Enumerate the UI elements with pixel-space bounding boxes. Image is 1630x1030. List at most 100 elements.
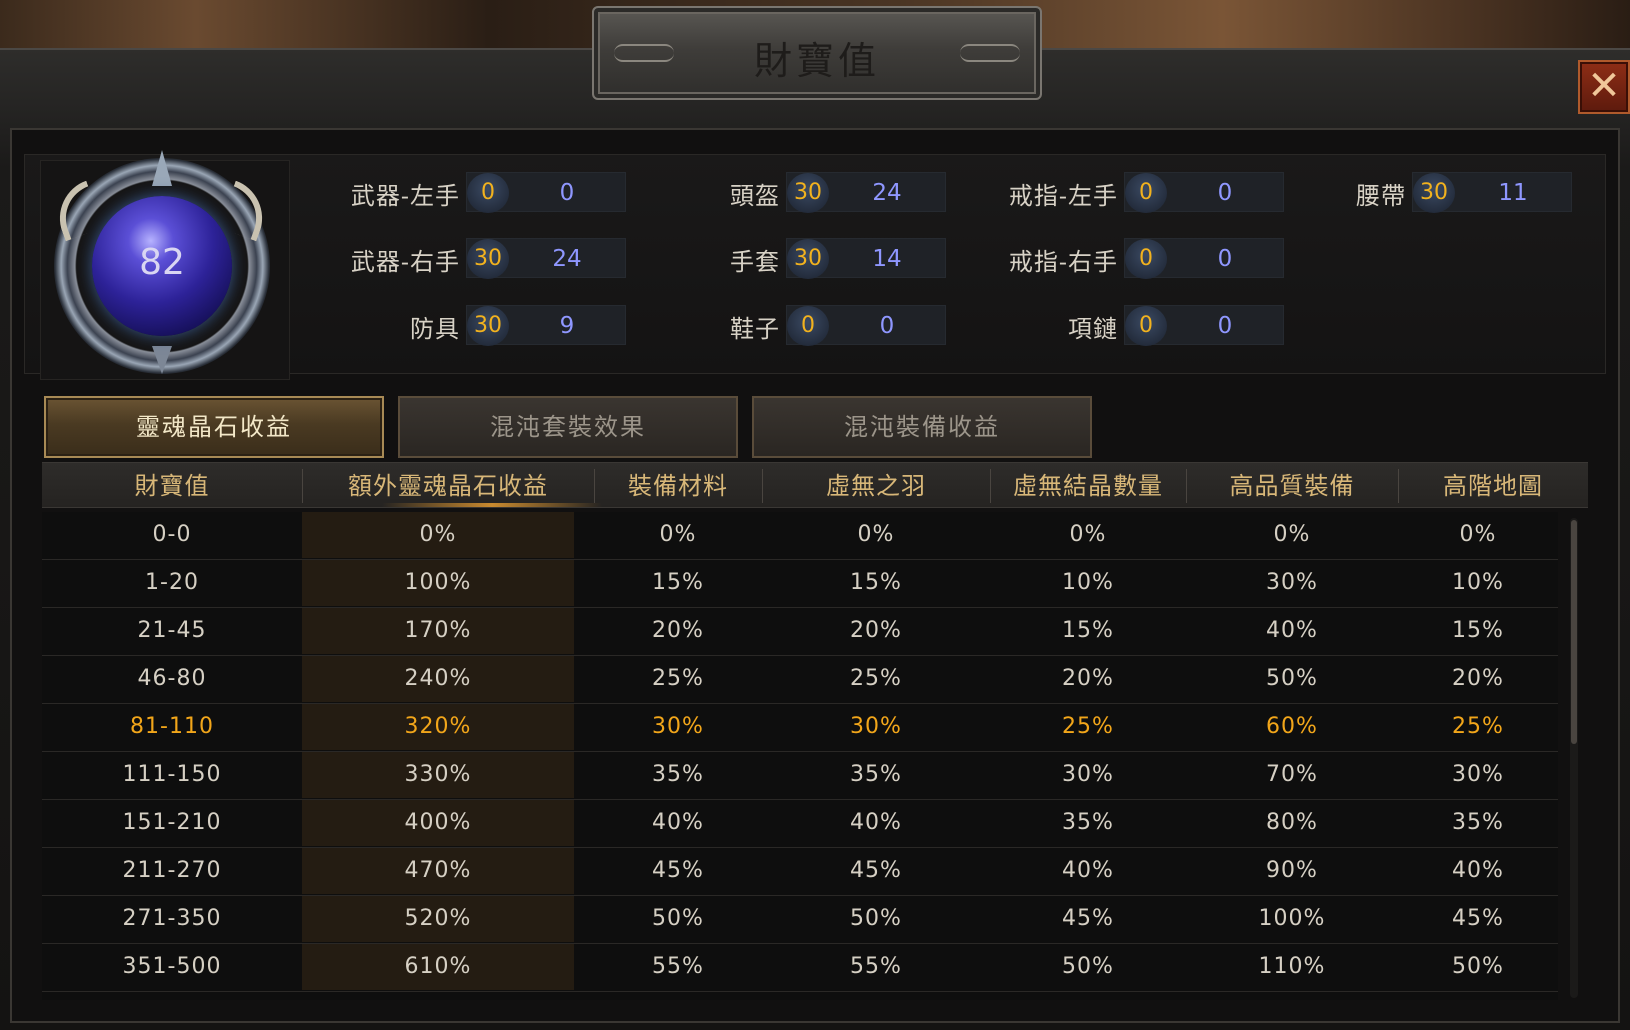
slot-ring-right-label: 戒指-右手 — [1008, 248, 1118, 276]
table-cell: 30% — [652, 714, 704, 739]
slot-weapon-left-value: 0 — [559, 180, 575, 206]
table-cell: 100% — [302, 560, 574, 606]
slot-necklace-label: 項鏈 — [1068, 315, 1118, 343]
slot-armor-label-wrap: 防具 — [300, 305, 460, 345]
table-cell: 60% — [1266, 714, 1318, 739]
table-cell: 351-500 — [122, 954, 222, 979]
tab-chaos-equipment-income[interactable]: 混沌裝備收益 — [752, 396, 1092, 458]
slot-helmet[interactable]: 30 24 — [786, 172, 946, 213]
table-cell: 15% — [1452, 618, 1504, 643]
slot-helmet-label-wrap: 頭盔 — [640, 172, 780, 212]
slot-gloves-label: 手套 — [730, 248, 780, 276]
table-cell: 15% — [1062, 618, 1114, 643]
slot-weapon-right-value: 24 — [552, 246, 582, 272]
table-cell: 20% — [1452, 666, 1504, 691]
table-cell: 15% — [652, 570, 704, 595]
table-cell: 35% — [1452, 810, 1504, 835]
slot-belt[interactable]: 30 11 — [1412, 172, 1572, 213]
table-cell: 1-20 — [145, 570, 199, 595]
table-cell: 50% — [1452, 954, 1504, 979]
table-cell: 0% — [1069, 522, 1107, 547]
close-button[interactable]: ✕ — [1578, 60, 1630, 114]
table-cell: 90% — [1266, 858, 1318, 883]
table-cell: 50% — [1266, 666, 1318, 691]
slot-weapon-left-label: 武器-左手 — [350, 182, 460, 210]
slot-ring-right[interactable]: 0 0 — [1124, 238, 1284, 279]
table-cell: 110% — [1258, 954, 1326, 979]
column-header-high-tier-map: 高階地圖 — [1443, 472, 1543, 500]
table-cell: 330% — [302, 752, 574, 798]
treasure-value: 82 — [139, 242, 185, 283]
table-cell: 170% — [302, 608, 574, 654]
table-cell: 211-270 — [122, 858, 222, 883]
table-cell: 25% — [1062, 714, 1114, 739]
table-cell: 45% — [1452, 906, 1504, 931]
slot-belt-cap: 30 — [1413, 173, 1455, 213]
table-cell: 81-110 — [130, 714, 214, 739]
slot-weapon-right-label-wrap: 武器-右手 — [300, 238, 460, 278]
table-cell: 15% — [850, 570, 902, 595]
table-cell: 40% — [850, 810, 902, 835]
slot-ring-right-value: 0 — [1217, 246, 1233, 272]
table-row: 46-80 240% 25% 25% 20% 50% 20% — [42, 656, 1558, 704]
slot-ring-left-value: 0 — [1217, 180, 1233, 206]
column-header-high-quality: 高品質裝備 — [1229, 472, 1355, 500]
table-row: 151-210 400% 40% 40% 35% 80% 35% — [42, 800, 1558, 848]
table-cell: 46-80 — [137, 666, 207, 691]
slot-necklace-cap: 0 — [1125, 306, 1167, 346]
slot-boots-label-wrap: 鞋子 — [640, 305, 780, 345]
slot-gloves-cap: 30 — [787, 239, 829, 279]
table-cell: 0% — [659, 522, 697, 547]
title-plate: 財寶值 — [592, 6, 1042, 100]
table-cell: 40% — [1062, 858, 1114, 883]
table-cell: 45% — [1062, 906, 1114, 931]
table-cell: 30% — [850, 714, 902, 739]
slot-belt-value: 11 — [1498, 180, 1528, 206]
slot-boots-label: 鞋子 — [730, 315, 780, 343]
slot-boots-value: 0 — [879, 313, 895, 339]
column-header-void-crystal: 虛無結晶數量 — [1013, 472, 1163, 500]
slot-weapon-left[interactable]: 0 0 — [466, 172, 626, 213]
table-row: 1-20 100% 15% 15% 10% 30% 10% — [42, 560, 1558, 608]
slot-ring-left-cap: 0 — [1125, 173, 1167, 213]
table-cell: 35% — [1062, 810, 1114, 835]
slot-armor-cap: 30 — [467, 306, 509, 346]
slot-ring-left-label: 戒指-左手 — [1008, 182, 1118, 210]
scrollbar-thumb[interactable] — [1571, 520, 1577, 744]
slot-gloves[interactable]: 30 14 — [786, 238, 946, 279]
column-header-treasure: 財寶值 — [134, 472, 210, 500]
table-row: 0-0 0% 0% 0% 0% 0% 0% — [42, 512, 1558, 560]
slot-necklace[interactable]: 0 0 — [1124, 305, 1284, 346]
table-row: 111-150 330% 35% 35% 30% 70% 30% — [42, 752, 1558, 800]
slot-weapon-right-cap: 30 — [467, 239, 509, 279]
table-cell: 45% — [652, 858, 704, 883]
slot-boots-cap: 0 — [787, 306, 829, 346]
table-cell: 25% — [652, 666, 704, 691]
table-cell: 0% — [857, 522, 895, 547]
table-cell: 111-150 — [122, 762, 222, 787]
table-cell: 20% — [850, 618, 902, 643]
table-cell: 35% — [850, 762, 902, 787]
slot-armor[interactable]: 30 9 — [466, 305, 626, 346]
table-cell: 40% — [652, 810, 704, 835]
table-header: 財寶值 額外靈魂晶石收益 裝備材料 虛無之羽 虛無結晶數量 高品質裝備 高階地圖 — [42, 462, 1588, 508]
slot-ring-left[interactable]: 0 0 — [1124, 172, 1284, 213]
table-cell: 610% — [302, 944, 574, 990]
table-row: 211-270 470% 45% 45% 40% 90% 40% — [42, 848, 1558, 896]
slot-weapon-right[interactable]: 30 24 — [466, 238, 626, 279]
slot-boots[interactable]: 0 0 — [786, 305, 946, 346]
tab-chaos-set-effect[interactable]: 混沌套裝效果 — [398, 396, 738, 458]
slot-ring-right-cap: 0 — [1125, 239, 1167, 279]
column-header-highlight — [382, 503, 602, 507]
slot-helmet-cap: 30 — [787, 173, 829, 213]
table-cell: 10% — [1452, 570, 1504, 595]
slot-belt-label-wrap: 腰帶 — [1320, 172, 1406, 212]
table-row: 351-500 610% 55% 55% 50% 110% 50% — [42, 944, 1558, 992]
table-cell: 400% — [302, 800, 574, 846]
slot-helmet-label: 頭盔 — [730, 182, 780, 210]
table-row: 81-110 320% 30% 30% 25% 60% 25% — [42, 704, 1558, 752]
tab-soul-stone-income[interactable]: 靈魂晶石收益 — [44, 396, 384, 458]
slot-belt-label: 腰帶 — [1356, 182, 1406, 210]
table-cell: 20% — [652, 618, 704, 643]
table-cell: 55% — [850, 954, 902, 979]
